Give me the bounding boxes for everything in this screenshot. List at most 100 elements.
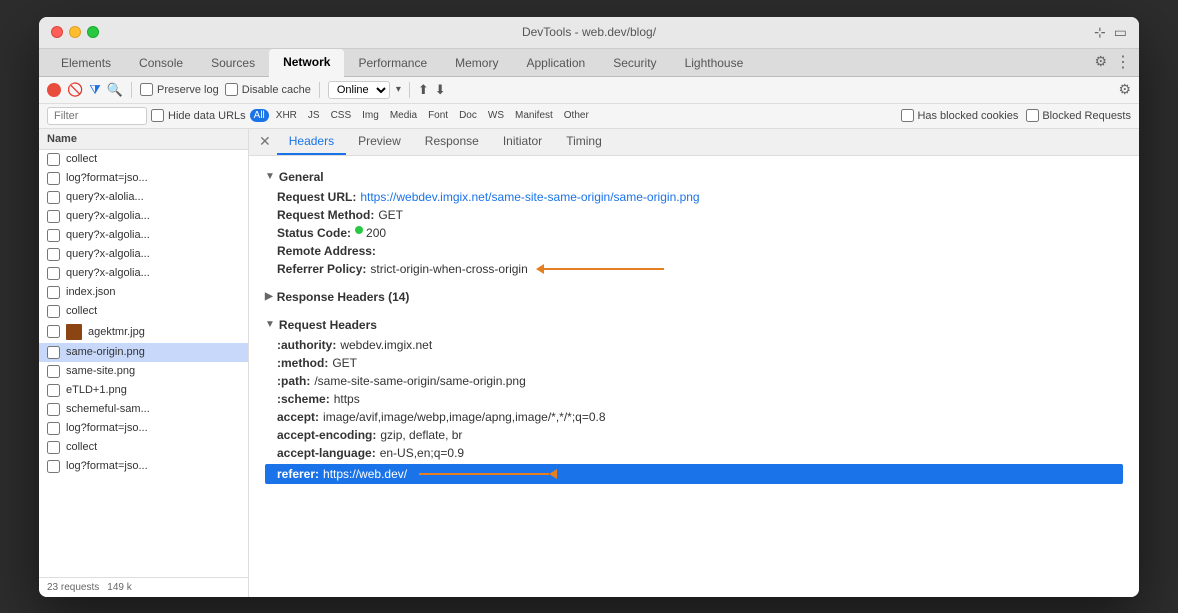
response-headers-section-header[interactable]: ▶ Response Headers (14) xyxy=(265,284,1123,308)
has-blocked-cookies-wrap[interactable]: Has blocked cookies xyxy=(901,109,1018,122)
referer-row: referer: https://web.dev/ xyxy=(265,464,1123,484)
item-checkbox[interactable] xyxy=(47,346,60,359)
tab-application[interactable]: Application xyxy=(512,50,599,76)
item-checkbox[interactable] xyxy=(47,365,60,378)
tab-timing[interactable]: Timing xyxy=(554,129,614,155)
item-checkbox[interactable] xyxy=(47,460,60,473)
item-checkbox[interactable] xyxy=(47,384,60,397)
filter-tag-media[interactable]: Media xyxy=(386,109,421,122)
filter-tag-font[interactable]: Font xyxy=(424,109,452,122)
item-checkbox[interactable] xyxy=(47,403,60,416)
tab-lighthouse[interactable]: Lighthouse xyxy=(671,50,758,76)
tab-security[interactable]: Security xyxy=(599,50,670,76)
list-item[interactable]: same-origin.png xyxy=(39,343,248,362)
status-code-row: Status Code: 200 xyxy=(265,224,1123,242)
inspect-icon[interactable]: ⊹ xyxy=(1094,24,1106,41)
item-checkbox[interactable] xyxy=(47,210,60,223)
preserve-log-wrap[interactable]: Preserve log xyxy=(140,83,219,96)
separator2 xyxy=(319,82,320,98)
tab-elements[interactable]: Elements xyxy=(47,50,125,76)
referrer-arrow xyxy=(536,264,664,274)
list-item[interactable]: query?x-algolia... xyxy=(39,226,248,245)
list-item[interactable]: query?x-alolia... xyxy=(39,188,248,207)
item-checkbox[interactable] xyxy=(47,305,60,318)
tab-memory[interactable]: Memory xyxy=(441,50,512,76)
item-checkbox[interactable] xyxy=(47,191,60,204)
item-checkbox[interactable] xyxy=(47,441,60,454)
item-checkbox[interactable] xyxy=(47,153,60,166)
device-icon[interactable]: ▭ xyxy=(1114,24,1127,41)
tab-initiator[interactable]: Initiator xyxy=(491,129,554,155)
tab-console[interactable]: Console xyxy=(125,50,197,76)
list-item[interactable]: log?format=jso... xyxy=(39,457,248,476)
filter-tag-all[interactable]: All xyxy=(250,109,269,122)
clear-icon[interactable]: 🚫 xyxy=(67,82,83,98)
section-toggle-response-headers: ▶ xyxy=(265,291,273,302)
scheme-row: :scheme: https xyxy=(265,390,1123,408)
list-item[interactable]: agektmr.jpg xyxy=(39,321,248,343)
hide-data-urls-checkbox[interactable] xyxy=(151,109,164,122)
network-throttle-select[interactable]: Online xyxy=(328,81,390,99)
has-blocked-cookies-checkbox[interactable] xyxy=(901,109,914,122)
request-headers-section-header[interactable]: ▼ Request Headers xyxy=(265,312,1123,336)
item-checkbox[interactable] xyxy=(47,422,60,435)
filter-input[interactable] xyxy=(47,107,147,125)
item-checkbox[interactable] xyxy=(47,325,60,338)
list-item[interactable]: collect xyxy=(39,438,248,457)
more-icon[interactable]: ⋮ xyxy=(1115,52,1131,72)
tab-preview[interactable]: Preview xyxy=(346,129,413,155)
search-icon[interactable]: 🔍 xyxy=(107,82,123,98)
filter-icon[interactable]: ⧩ xyxy=(89,82,101,98)
disable-cache-checkbox[interactable] xyxy=(225,83,238,96)
list-item[interactable]: schemeful-sam... xyxy=(39,400,248,419)
settings-icon[interactable]: ⚙ xyxy=(1094,53,1107,70)
minimize-button[interactable] xyxy=(69,26,81,38)
tab-network[interactable]: Network xyxy=(269,49,344,77)
filter-tag-doc[interactable]: Doc xyxy=(455,109,481,122)
hide-data-urls-wrap[interactable]: Hide data URLs xyxy=(151,109,246,122)
panel-close-button[interactable]: ✕ xyxy=(253,129,277,154)
blocked-requests-wrap[interactable]: Blocked Requests xyxy=(1026,109,1131,122)
item-checkbox[interactable] xyxy=(47,172,60,185)
list-item[interactable]: log?format=jso... xyxy=(39,419,248,438)
throttle-arrow: ▾ xyxy=(396,84,401,95)
list-item[interactable]: query?x-algolia... xyxy=(39,264,248,283)
tab-response[interactable]: Response xyxy=(413,129,491,155)
method-label: :method: xyxy=(277,356,328,370)
path-label: :path: xyxy=(277,374,310,388)
list-item[interactable]: query?x-algolia... xyxy=(39,207,248,226)
maximize-button[interactable] xyxy=(87,26,99,38)
list-item[interactable]: collect xyxy=(39,302,248,321)
general-section-title: General xyxy=(279,170,324,184)
filter-tag-img[interactable]: Img xyxy=(358,109,383,122)
item-checkbox[interactable] xyxy=(47,229,60,242)
general-section-header[interactable]: ▼ General xyxy=(265,164,1123,188)
record-button[interactable] xyxy=(47,83,61,97)
filter-tag-js[interactable]: JS xyxy=(304,109,324,122)
close-button[interactable] xyxy=(51,26,63,38)
list-item[interactable]: index.json xyxy=(39,283,248,302)
filter-tag-ws[interactable]: WS xyxy=(484,109,508,122)
main-tabs-bar: Elements Console Sources Network Perform… xyxy=(39,49,1139,77)
filter-tag-other[interactable]: Other xyxy=(560,109,593,122)
list-item[interactable]: eTLD+1.png xyxy=(39,381,248,400)
tab-headers[interactable]: Headers xyxy=(277,129,346,155)
preserve-log-checkbox[interactable] xyxy=(140,83,153,96)
tab-sources[interactable]: Sources xyxy=(197,50,269,76)
item-checkbox[interactable] xyxy=(47,248,60,261)
tab-performance[interactable]: Performance xyxy=(344,50,441,76)
request-url-row: Request URL: https://webdev.imgix.net/sa… xyxy=(265,188,1123,206)
blocked-requests-checkbox[interactable] xyxy=(1026,109,1039,122)
list-item[interactable]: log?format=jso... xyxy=(39,169,248,188)
list-item[interactable]: same-site.png xyxy=(39,362,248,381)
settings-right-icon[interactable]: ⚙ xyxy=(1118,81,1131,97)
list-item[interactable]: collect xyxy=(39,150,248,169)
item-checkbox[interactable] xyxy=(47,286,60,299)
filter-tag-xhr[interactable]: XHR xyxy=(272,109,301,122)
filter-tag-css[interactable]: CSS xyxy=(327,109,356,122)
item-checkbox[interactable] xyxy=(47,267,60,280)
disable-cache-wrap[interactable]: Disable cache xyxy=(225,83,311,96)
item-name: log?format=jso... xyxy=(66,460,148,472)
list-item[interactable]: query?x-algolia... xyxy=(39,245,248,264)
filter-tag-manifest[interactable]: Manifest xyxy=(511,109,557,122)
